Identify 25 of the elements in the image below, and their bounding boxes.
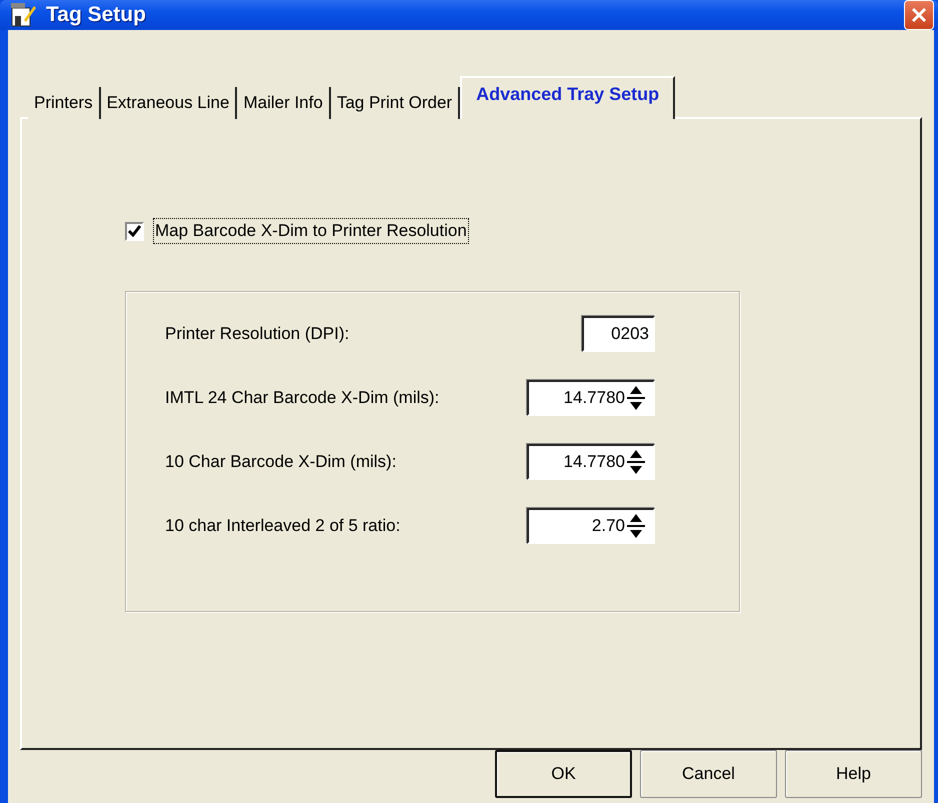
tab[interactable]: Advanced Tray Setup: [460, 76, 676, 119]
dialog-button[interactable]: Cancel: [640, 750, 777, 798]
close-button[interactable]: [904, 0, 934, 30]
dialog-button[interactable]: Help: [785, 750, 922, 798]
spin-field[interactable]: 14.7780: [527, 380, 655, 416]
field-label: 10 Char Barcode X-Dim (mils):: [165, 452, 396, 472]
dialog-button[interactable]: OK: [495, 750, 632, 798]
field-label: 10 char Interleaved 2 of 5 ratio:: [165, 516, 400, 536]
app-icon: [10, 2, 36, 28]
spin-field[interactable]: 2.70: [527, 508, 655, 544]
field-value: 14.7780: [564, 388, 625, 408]
tab[interactable]: Tag Print Order: [330, 87, 460, 119]
checkbox-label[interactable]: Map Barcode X-Dim to Printer Resolution: [154, 219, 468, 243]
spin-field[interactable]: 14.7780: [527, 444, 655, 480]
close-icon: [910, 6, 928, 24]
field-label: IMTL 24 Char Barcode X-Dim (mils):: [165, 388, 440, 408]
field-value: 14.7780: [564, 452, 625, 472]
window-title: Tag Setup: [46, 3, 147, 27]
tab[interactable]: Extraneous Line: [100, 87, 238, 119]
tab[interactable]: Printers: [28, 87, 101, 119]
input-field[interactable]: 0203: [582, 316, 655, 352]
field-value: 2.70: [592, 516, 625, 536]
tab[interactable]: Mailer Info: [237, 87, 331, 119]
checkbox[interactable]: [125, 222, 144, 240]
field-label: Printer Resolution (DPI):: [165, 324, 350, 344]
